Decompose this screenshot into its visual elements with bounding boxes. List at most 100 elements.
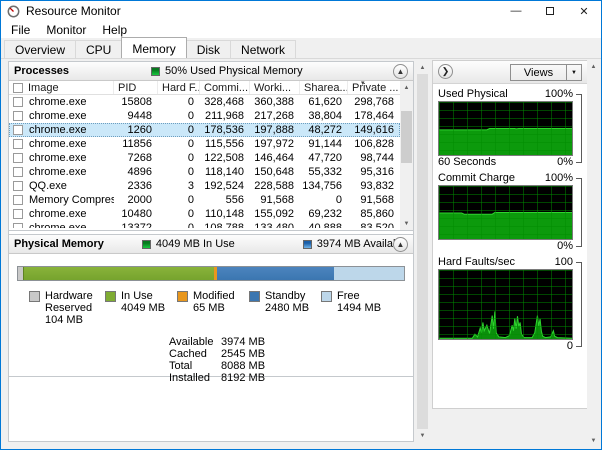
tab-network[interactable]: Network xyxy=(230,40,297,58)
process-image-name: QQ.exe xyxy=(29,180,67,192)
processes-collapse-button[interactable]: ▲ xyxy=(393,64,408,79)
row-checkbox[interactable] xyxy=(13,97,23,107)
process-pid: 2000 xyxy=(127,194,152,206)
right-scrollbar[interactable]: ▲ ▼ xyxy=(587,60,600,447)
column-header-image[interactable]: Image xyxy=(9,81,114,94)
menu-help[interactable]: Help xyxy=(94,21,135,38)
table-row[interactable]: chrome.exe 9448 0 211,968 217,268 38,804 178,4… xyxy=(9,109,400,123)
minimize-button[interactable]: — xyxy=(499,1,533,21)
process-commit: 328,468 xyxy=(204,96,244,108)
row-checkbox[interactable] xyxy=(13,111,23,121)
table-row[interactable]: chrome.exe 7268 0 122,508 146,464 47,720 98,74… xyxy=(9,151,400,165)
process-shareable: 69,232 xyxy=(308,208,342,220)
scroll-up-icon[interactable]: ▲ xyxy=(587,60,600,73)
process-pid: 10480 xyxy=(121,208,152,220)
table-row[interactable]: chrome.exe 15808 0 328,468 360,388 61,620 298,… xyxy=(9,95,400,109)
views-button[interactable]: Views ▼ xyxy=(510,64,582,81)
process-working-set: 155,092 xyxy=(254,208,294,220)
scroll-down-icon[interactable]: ▼ xyxy=(587,434,600,447)
scroll-up-icon[interactable]: ▲ xyxy=(416,61,429,74)
close-button[interactable]: ✕ xyxy=(567,1,601,21)
sort-descending-icon: ▾ xyxy=(361,80,365,87)
row-checkbox[interactable] xyxy=(13,223,23,228)
available-icon xyxy=(302,239,312,249)
memory-legend: Hardware Reserved 104 MB In Use 4049 MB Mod… xyxy=(9,290,413,330)
select-all-checkbox[interactable] xyxy=(13,82,23,93)
maximize-icon xyxy=(546,7,554,15)
views-dropdown-icon[interactable]: ▼ xyxy=(566,65,581,80)
processes-panel: Processes 50% Used Physical Memory ▲ ▾ I… xyxy=(9,62,413,231)
process-private: 298,768 xyxy=(354,96,394,108)
process-image-name: chrome.exe xyxy=(29,138,87,150)
scroll-down-icon[interactable]: ▼ xyxy=(400,217,413,230)
physical-memory-header: Physical Memory 4049 MB In Use 3974 MB A… xyxy=(9,235,413,254)
tab-disk[interactable]: Disk xyxy=(185,40,232,58)
column-header-pid[interactable]: PID xyxy=(114,81,158,94)
process-hard-faults: 0 xyxy=(187,110,194,122)
menu-file[interactable]: File xyxy=(3,21,38,38)
table-row[interactable]: chrome.exe 11856 0 115,556 197,972 91,144 106,… xyxy=(9,137,400,151)
process-hard-faults: 0 xyxy=(187,124,194,136)
table-row[interactable]: Memory Compression 2000 0 556 91,568 0 91,568 xyxy=(9,193,400,207)
table-row[interactable]: chrome.exe 10480 0 110,148 155,092 69,232 85,8… xyxy=(9,207,400,221)
process-commit: 556 xyxy=(225,194,244,206)
scroll-up-icon[interactable]: ▲ xyxy=(400,81,413,94)
in-use-icon xyxy=(141,239,151,249)
column-header-shareable[interactable]: Sharea... xyxy=(300,81,348,94)
maximize-button[interactable] xyxy=(533,1,567,21)
graph-plot-area xyxy=(438,185,573,240)
process-image-name: chrome.exe xyxy=(29,110,87,122)
process-commit: 110,148 xyxy=(205,208,244,220)
row-checkbox[interactable] xyxy=(13,139,23,149)
process-hard-faults: 0 xyxy=(187,208,194,220)
graph-scale-top: 100 xyxy=(554,256,573,268)
graph-commit-charge: Commit Charge 100% 0% xyxy=(438,171,582,253)
tab-overview[interactable]: Overview xyxy=(4,40,77,58)
process-shareable: 61,620 xyxy=(308,96,342,108)
scale-bracket xyxy=(576,262,582,347)
column-header-hard-faults[interactable]: Hard F... xyxy=(158,81,200,94)
graph-grid xyxy=(439,270,572,339)
row-checkbox[interactable] xyxy=(13,153,23,163)
column-header-commit[interactable]: Commi... xyxy=(200,81,250,94)
process-working-set: 146,464 xyxy=(254,152,294,164)
process-hard-faults: 0 xyxy=(187,166,194,178)
process-commit: 192,524 xyxy=(204,180,244,192)
menu-monitor[interactable]: Monitor xyxy=(38,21,94,38)
in-use-label: 4049 MB In Use xyxy=(155,238,235,250)
process-hard-faults: 3 xyxy=(187,180,194,192)
process-private: 85,860 xyxy=(360,208,394,220)
column-header-private[interactable]: Private ... xyxy=(348,81,400,94)
collapse-graphs-button[interactable]: ❯ xyxy=(438,64,453,79)
table-row[interactable]: chrome.exe 4896 0 118,140 150,648 55,332 95,31… xyxy=(9,165,400,179)
tab-memory[interactable]: Memory xyxy=(121,37,187,58)
scrollbar-thumb[interactable] xyxy=(401,111,412,163)
bar-segment-free xyxy=(333,267,404,280)
table-row[interactable]: QQ.exe 2336 3 192,524 228,588 134,756 93,832 xyxy=(9,179,400,193)
table-scrollbar[interactable]: ▲ ▼ xyxy=(400,81,413,230)
process-commit: 178,536 xyxy=(204,124,244,136)
scroll-down-icon[interactable]: ▼ xyxy=(416,429,429,442)
row-checkbox[interactable] xyxy=(13,125,23,135)
scrollbar-thumb[interactable] xyxy=(417,74,428,429)
left-scrollbar[interactable]: ▲ ▼ xyxy=(416,61,429,442)
processes-status: 50% Used Physical Memory xyxy=(165,65,303,77)
resource-monitor-window: Resource Monitor — ✕ File Monitor Help O… xyxy=(0,0,602,450)
column-header-working-set[interactable]: Worki... xyxy=(250,81,300,94)
graph-grid xyxy=(439,186,572,239)
menu-bar: File Monitor Help xyxy=(1,21,601,38)
row-checkbox[interactable] xyxy=(13,209,23,219)
row-checkbox[interactable] xyxy=(13,181,23,191)
physical-memory-collapse-button[interactable]: ▲ xyxy=(393,237,408,252)
graph-scale-bottom: 0% xyxy=(557,240,573,252)
tab-cpu[interactable]: CPU xyxy=(75,40,123,58)
row-checkbox[interactable] xyxy=(13,167,23,177)
row-checkbox[interactable] xyxy=(13,195,23,205)
process-private: 95,316 xyxy=(360,166,394,178)
process-private: 83,520 xyxy=(360,222,394,228)
table-row[interactable]: chrome.exe 1260 0 178,536 197,888 48,272 149,6… xyxy=(9,123,400,137)
bar-segment-standby xyxy=(217,267,334,280)
process-working-set: 217,268 xyxy=(254,110,294,122)
table-row[interactable]: chrome.exe 13372 0 108,788 133,480 40,888 83,5… xyxy=(9,221,400,228)
graph-plot-area xyxy=(438,269,573,340)
